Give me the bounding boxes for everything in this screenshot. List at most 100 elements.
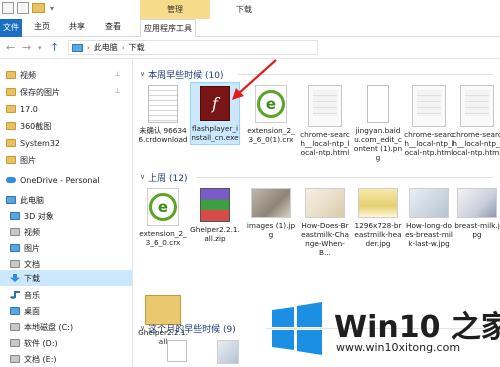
sidebar-item-drive-e[interactable]: 文档 (E:) [10,351,57,367]
watermark: Win10 之家 www.win10xitong.com [270,300,500,367]
tab-share[interactable]: 共享 [69,21,85,32]
file-item[interactable]: How-Does-Breastmilk-Change-When-B... [300,188,350,257]
tab-view[interactable]: 查看 [105,21,121,32]
group-divider [238,74,493,75]
sidebar-item-label: 桌面 [24,306,40,316]
file-name: chrome-search__local-ntp_local-ntp.html [300,130,350,157]
address-bar[interactable]: › 此电脑 › 下载 [68,40,318,55]
manage-context-tab[interactable]: 管理 [140,0,210,19]
file-item[interactable]: e extension_2_3_6_0(1).crx [246,85,296,144]
file-item[interactable]: How-long-does-breast-milk-last-w.jpg [404,188,454,248]
group-header-this-month[interactable]: ∨ 这个月的早些时候 (9) [140,321,236,335]
file-item-flashplayer[interactable]: f flashplayer_install_cn.exe [190,82,240,145]
photo-thumbnail [457,188,497,218]
desktop-icon [10,307,20,315]
file-item[interactable] [152,340,202,365]
file-item[interactable]: e extension_2_3_6_0.crx [138,188,188,247]
photo-thumbnail [251,188,291,218]
up-arrow-icon[interactable]: ↑ [50,41,59,54]
checkbox-icon[interactable] [17,2,29,14]
group-header-this-week[interactable]: ∨ 本周早些时候 (10) [140,67,223,81]
sidebar-item-label: 3D 对象 [24,211,54,221]
file-name: flashplayer_install_cn.exe [191,124,239,142]
this-pc-icon [6,196,16,204]
file-item[interactable]: chrome-search__local-ntp_local-ntp.html [404,85,454,157]
photo-thumbnail [358,188,398,218]
file-name: extension_2_3_6_0(1).crx [247,126,295,144]
sidebar-item-videos-pinned[interactable]: 视频 [6,67,36,83]
file-item[interactable] [203,340,253,367]
sidebar-item-label: 图片 [24,243,40,253]
sidebar-item-videos[interactable]: 视频 [10,224,40,240]
documents-icon [10,260,20,268]
breadcrumb-downloads[interactable]: 下载 [129,42,145,53]
watermark-title: Win10 之家 [334,310,500,345]
ie-logo-icon: e [149,193,177,221]
onedrive-icon [6,177,16,183]
sidebar-item-label: 保存的图片 [20,87,60,97]
photo-thumbnail [409,188,449,218]
file-name: breast-milk.jpg [454,221,500,239]
sidebar-item-music[interactable]: 音乐 [10,287,40,303]
folder-icon [6,105,16,113]
group-label: 本周早些时候 (10) [148,70,224,81]
file-item[interactable]: jingyan.baidu.com_edit_content (1).png [353,85,403,162]
file-name: chrome-search__local-ntp_local-ntp.html [452,130,500,157]
file-item[interactable]: breast-milk.jpg [452,188,500,239]
navigation-pane: 视频 ⟂ 保存的图片 ⟂ 17.0 360截图 System32 图片 OneD… [0,60,133,367]
flash-installer-icon: f [200,86,230,121]
sidebar-item-360[interactable]: 360截图 [6,118,51,134]
breadcrumb-this-pc[interactable]: 此电脑 [94,42,118,53]
forward-arrow-icon[interactable]: → [22,41,31,54]
recent-dropdown-icon[interactable]: ▾ [38,44,42,52]
file-item[interactable]: Ghelper2.2.1.all.zip [190,188,240,243]
3d-objects-icon [10,212,20,220]
sidebar-item-pictures-quick[interactable]: 图片 [6,152,36,168]
tab-home[interactable]: 主页 [34,21,50,32]
properties-icon[interactable] [2,2,14,14]
sidebar-item-desktop[interactable]: 桌面 [10,303,40,319]
tab-file[interactable]: 文件 [0,19,22,37]
folder-pictures-icon [6,88,16,96]
sidebar-item-onedrive[interactable]: OneDrive - Personal [6,172,100,188]
file-item[interactable]: 未确认 966346.crdownload [138,85,188,144]
chevron-down-icon: ∨ [140,70,146,78]
chrome-html-icon [308,85,342,127]
sidebar-item-drive-c[interactable]: 本地磁盘 (C:) [10,319,73,335]
sidebar-item-label: OneDrive - Personal [20,175,100,185]
pin-icon: ⟂ [115,87,120,95]
new-folder-icon[interactable] [32,3,45,13]
file-name: 未确认 966346.crdownload [138,126,188,144]
windows-logo-icon [272,302,322,355]
ribbon-tabs: 文件 主页 共享 查看 应用程序工具 [0,19,500,37]
sidebar-item-drive-d[interactable]: 软件 (D:) [10,335,58,351]
file-item[interactable]: chrome-search__local-ntp_local-ntp.html [300,85,350,157]
sidebar-item-saved-pictures[interactable]: 保存的图片 [6,84,60,100]
sidebar-item-17[interactable]: 17.0 [6,101,38,117]
group-label: 这个月的早些时候 (9) [148,324,236,335]
navigation-bar: ← → ▾ ↑ › 此电脑 › 下载 [0,37,500,59]
sidebar-item-label: 视频 [24,227,40,237]
back-arrow-icon[interactable]: ← [6,41,15,54]
group-divider [196,177,493,178]
sidebar-item-label: 本地磁盘 (C:) [24,322,74,332]
sidebar-item-3d-objects[interactable]: 3D 对象 [10,208,54,224]
ie-document-icon: e [255,85,287,123]
pictures-icon [10,244,20,252]
file-item[interactable]: 1296x728-breastmilk-header.jpg [353,188,403,248]
chrome-html-icon [412,85,446,127]
group-label: 上周 (12) [148,173,188,184]
this-pc-icon [72,43,83,52]
file-item[interactable]: images (1).jpg [246,188,296,239]
qat-dropdown-icon[interactable]: ▾ [50,4,54,13]
tab-app-tools[interactable]: 应用程序工具 [140,19,196,37]
title-bar: ▾ 管理 下载 [0,0,500,19]
music-icon [10,291,20,299]
group-header-last-week[interactable]: ∨ 上周 (12) [140,170,187,184]
sidebar-item-pictures[interactable]: 图片 [10,240,40,256]
sidebar-item-this-pc[interactable]: 此电脑 [6,192,44,208]
file-item[interactable]: chrome-search__local-ntp_local-ntp.html [452,85,500,157]
sidebar-item-downloads[interactable]: 下载 [0,270,132,286]
sidebar-item-label: 软件 (D:) [24,338,58,348]
sidebar-item-system32[interactable]: System32 [6,135,60,151]
